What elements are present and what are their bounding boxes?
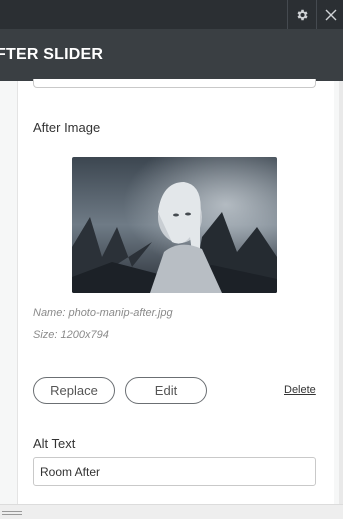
previous-field-input[interactable] <box>33 79 316 88</box>
image-name-meta: Name: photo-manip-after.jpg <box>33 307 173 319</box>
after-image-preview <box>72 157 277 293</box>
replace-button[interactable]: Replace <box>33 377 115 404</box>
close-button[interactable] <box>316 0 343 29</box>
panel-scrollbar[interactable] <box>339 81 343 504</box>
alt-text-input[interactable]: Room After <box>33 457 316 486</box>
panel-title: FTER SLIDER <box>0 46 104 63</box>
settings-button[interactable] <box>287 0 315 29</box>
gear-icon <box>297 9 308 20</box>
image-size-meta: Size: 1200x794 <box>33 329 109 341</box>
bottom-status-bar <box>0 504 343 519</box>
close-icon <box>325 9 336 20</box>
alt-text-label: Alt Text <box>33 436 76 451</box>
edit-button[interactable]: Edit <box>125 377 207 404</box>
after-image-thumbnail[interactable] <box>72 157 277 293</box>
top-toolbar <box>0 0 343 29</box>
after-image-label: After Image <box>33 120 101 135</box>
panel-title-bar: FTER SLIDER <box>0 29 343 81</box>
delete-link[interactable]: Delete <box>284 384 316 396</box>
resize-grip-icon[interactable] <box>2 511 22 516</box>
